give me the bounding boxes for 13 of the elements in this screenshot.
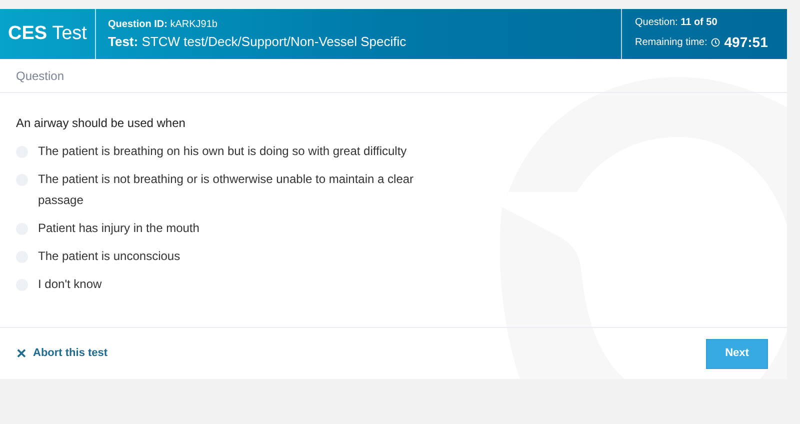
answer-option[interactable]: I don't know — [16, 273, 787, 299]
answer-option[interactable]: Patient has injury in the mouth — [16, 217, 787, 243]
answer-option[interactable]: The patient is breathing on his own but is doing so with great difficulty — [16, 140, 787, 166]
question-id: Question ID: kARKJ91b — [108, 18, 218, 32]
time-label: Remaining time: — [635, 36, 708, 50]
answer-option[interactable]: The patient is unconscious — [16, 245, 787, 271]
section-title: Question — [16, 68, 64, 84]
answer-option[interactable]: The patient is not breathing or is othwerwise unable to maintain a clear passage — [16, 168, 787, 215]
clock-icon — [711, 38, 720, 47]
remaining-time: 497:51 — [724, 33, 768, 52]
abort-test-link[interactable]: ✕ Abort this test — [16, 344, 108, 364]
question-text: An airway should be used when — [16, 115, 186, 132]
test-name: Test: STCW test/Deck/Support/Non-Vessel Specific — [108, 32, 408, 51]
